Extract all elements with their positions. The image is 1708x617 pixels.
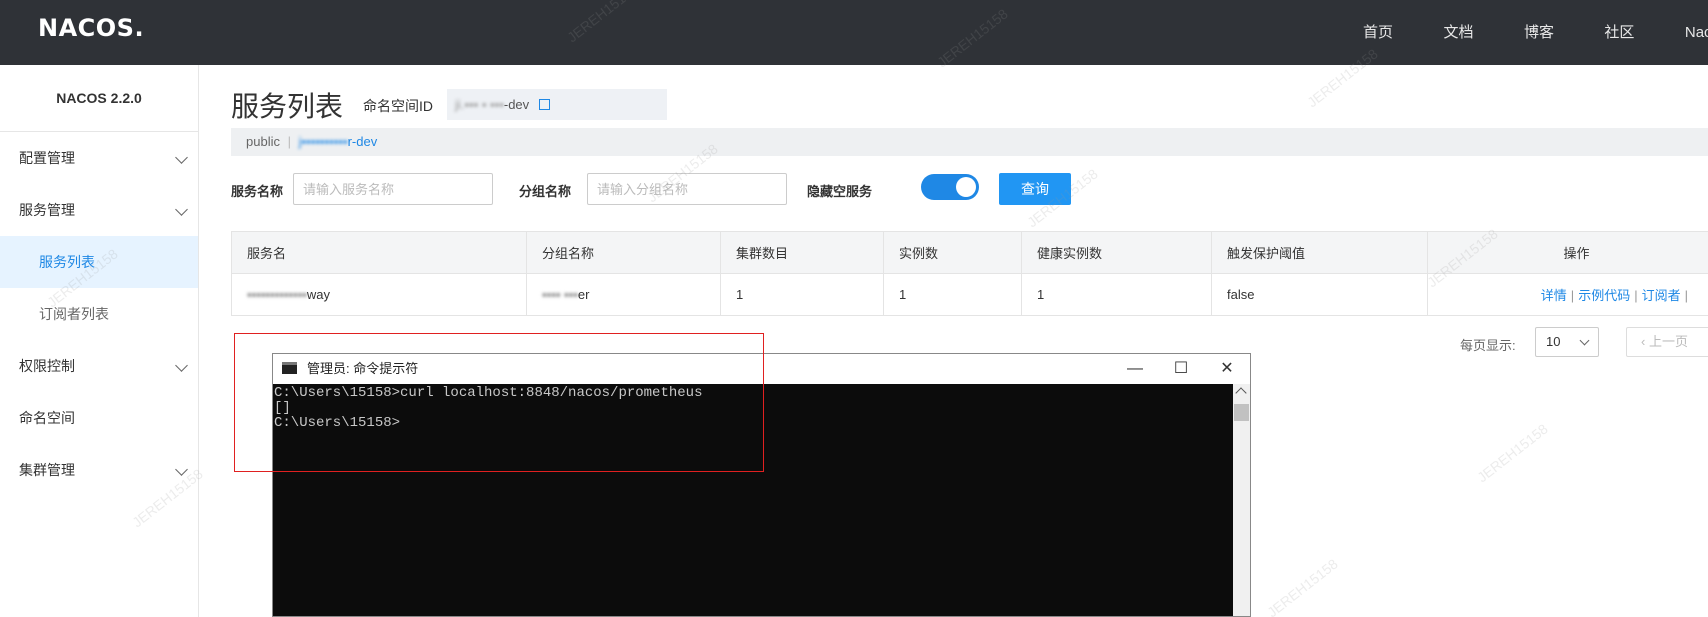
cmd-scrollbar[interactable] <box>1233 384 1250 616</box>
namespace-id-suffix: -dev <box>503 97 530 112</box>
top-nav-links: 首页 文档 博客 社区 Nacos企业版 <box>1363 21 1708 42</box>
group-name-input[interactable] <box>587 173 787 205</box>
namespace-id-label: 命名空间ID <box>363 98 433 114</box>
close-icon[interactable]: ✕ <box>1204 354 1250 384</box>
nav-home[interactable]: 首页 <box>1363 21 1393 42</box>
namespace-separator: | <box>287 134 291 149</box>
query-button[interactable]: 查询 <box>999 173 1071 205</box>
cmd-window: 管理员: 命令提示符 — ☐ ✕ C:\Users\15158>curl loc… <box>272 353 1251 617</box>
copy-icon[interactable] <box>538 99 550 111</box>
nav-community[interactable]: 社区 <box>1604 21 1634 42</box>
sidebar-item-subscribers[interactable]: 订阅者列表 <box>0 288 198 340</box>
cmd-line: C:\Users\15158> <box>274 415 401 431</box>
service-name-input[interactable] <box>293 173 493 205</box>
sidebar-item-service[interactable]: 服务管理 <box>0 184 198 236</box>
cell-protect-threshold: false <box>1211 273 1428 316</box>
scroll-thumb[interactable] <box>1234 404 1249 421</box>
sidebar-item-namespace[interactable]: 命名空间 <box>0 392 198 444</box>
cell-healthy-count: 1 <box>1021 273 1212 316</box>
per-page-value: 10 <box>1546 334 1561 349</box>
namespace-id-box: ji.▪▪▪ ▪ ▪▪▪-dev <box>447 89 667 120</box>
sidebar-item-label: 服务列表 <box>39 254 95 270</box>
version-label: NACOS 2.2.0 <box>0 65 198 132</box>
sidebar-item-auth[interactable]: 权限控制 <box>0 340 198 392</box>
service-name-redacted: ▪▪▪▪▪▪▪▪▪▪▪▪▪ <box>247 287 307 302</box>
sidebar-menu: 配置管理 服务管理 服务列表 订阅者列表 权限控制 命名空间 集群管理 <box>0 132 198 496</box>
chevron-down-icon <box>175 151 188 164</box>
nav-docs[interactable]: 文档 <box>1443 21 1473 42</box>
toggle-knob <box>956 177 976 197</box>
maximize-icon[interactable]: ☐ <box>1158 354 1204 384</box>
sidebar-item-label: 订阅者列表 <box>39 306 109 322</box>
sidebar-item-label: 权限控制 <box>19 358 75 374</box>
subscribers-link[interactable]: 订阅者 <box>1642 288 1681 303</box>
col-healthy-count: 健康实例数 <box>1021 231 1212 274</box>
op-separator: | <box>1684 288 1688 303</box>
cell-operations: 详情 | 示例代码 | 订阅者 | <box>1427 273 1708 316</box>
per-page-select[interactable]: 10 <box>1535 327 1599 357</box>
namespace-switcher: public | j▪▪▪▪▪▪▪▪▪▪r-dev <box>231 128 1708 156</box>
table-header-row: 服务名 分组名称 集群数目 实例数 健康实例数 触发保护阈值 操作 <box>231 231 1708 274</box>
cmd-app-icon <box>282 362 297 374</box>
op-separator: | <box>1570 288 1575 303</box>
cell-group-name: ▪▪▪▪ ▪▪▪er <box>526 273 721 316</box>
service-table: 服务名 分组名称 集群数目 实例数 健康实例数 触发保护阈值 操作 ▪▪▪▪▪▪… <box>231 231 1708 316</box>
scroll-up-icon[interactable] <box>1235 387 1247 399</box>
nav-blog[interactable]: 博客 <box>1524 21 1554 42</box>
cell-service-name: ▪▪▪▪▪▪▪▪▪▪▪▪▪way <box>231 273 527 316</box>
sample-code-link[interactable]: 示例代码 <box>1578 288 1630 303</box>
chevron-down-icon <box>175 463 188 476</box>
nav-enterprise[interactable]: Nacos企业版 <box>1685 21 1708 42</box>
minimize-icon[interactable]: — <box>1112 354 1158 384</box>
col-group-name: 分组名称 <box>526 231 721 274</box>
sidebar-item-config[interactable]: 配置管理 <box>0 132 198 184</box>
chevron-left-icon: ‹ <box>1641 334 1646 349</box>
col-instance-count: 实例数 <box>883 231 1022 274</box>
filter-bar: 服务名称 分组名称 隐藏空服务 查询 <box>231 172 1708 206</box>
service-name-suffix: way <box>306 287 331 302</box>
sidebar-item-label: 配置管理 <box>19 150 75 166</box>
group-name-redacted: ▪▪▪▪ ▪▪▪ <box>542 287 578 302</box>
col-service-name: 服务名 <box>231 231 527 274</box>
hide-empty-toggle[interactable] <box>921 174 979 200</box>
service-name-label: 服务名称 <box>231 184 284 199</box>
col-operations: 操作 <box>1427 231 1708 274</box>
col-cluster-count: 集群数目 <box>720 231 884 274</box>
group-name-suffix: er <box>577 287 590 302</box>
detail-link[interactable]: 详情 <box>1541 288 1567 303</box>
cmd-line: C:\Users\15158>curl localhost:8848/nacos… <box>274 385 703 401</box>
sidebar-item-service-list[interactable]: 服务列表 <box>0 236 198 288</box>
group-name-label: 分组名称 <box>519 184 572 199</box>
page-title: 服务列表 <box>231 91 344 122</box>
namespace-dev[interactable]: j▪▪▪▪▪▪▪▪▪▪r-dev <box>299 134 378 149</box>
col-protect-threshold: 触发保护阈值 <box>1211 231 1428 274</box>
chevron-down-icon <box>175 359 188 372</box>
sidebar-item-cluster[interactable]: 集群管理 <box>0 444 198 496</box>
prev-page-label: 上一页 <box>1648 334 1688 349</box>
namespace-public[interactable]: public <box>246 134 280 149</box>
cell-instance-count: 1 <box>883 273 1022 316</box>
per-page-label: 每页显示: <box>1460 338 1516 353</box>
cmd-titlebar[interactable]: 管理员: 命令提示符 — ☐ ✕ <box>273 354 1250 384</box>
sidebar-item-label: 命名空间 <box>19 410 75 426</box>
namespace-dev-suffix: r-dev <box>347 134 378 149</box>
nacos-logo[interactable]: NACOS. <box>38 14 144 46</box>
top-navbar: NACOS. 首页 文档 博客 社区 Nacos企业版 <box>0 0 1708 65</box>
table-row: ▪▪▪▪▪▪▪▪▪▪▪▪▪way ▪▪▪▪ ▪▪▪er 1 1 1 false … <box>231 273 1708 316</box>
chevron-down-icon <box>175 203 188 216</box>
sidebar-item-label: 集群管理 <box>19 462 75 478</box>
cell-cluster-count: 1 <box>720 273 884 316</box>
screen-root: NACOS. 首页 文档 博客 社区 Nacos企业版 NACOS 2.2.0 … <box>0 0 1708 617</box>
cmd-line: [] <box>274 400 291 416</box>
sidebar: NACOS 2.2.0 配置管理 服务管理 服务列表 订阅者列表 权限控制 命名… <box>0 65 199 617</box>
prev-page-button[interactable]: ‹ 上一页 <box>1626 327 1708 357</box>
sidebar-item-label: 服务管理 <box>19 202 75 218</box>
chevron-down-icon <box>1579 335 1590 346</box>
hide-empty-label: 隐藏空服务 <box>807 184 873 199</box>
op-separator: | <box>1634 288 1638 303</box>
cmd-output[interactable]: C:\Users\15158>curl localhost:8848/nacos… <box>273 384 1233 616</box>
cmd-title-text: 管理员: 命令提示符 <box>307 361 419 376</box>
namespace-dev-redacted: j▪▪▪▪▪▪▪▪▪▪ <box>298 134 348 149</box>
namespace-id-redacted: ji.▪▪▪ ▪ ▪▪▪ <box>455 97 504 112</box>
